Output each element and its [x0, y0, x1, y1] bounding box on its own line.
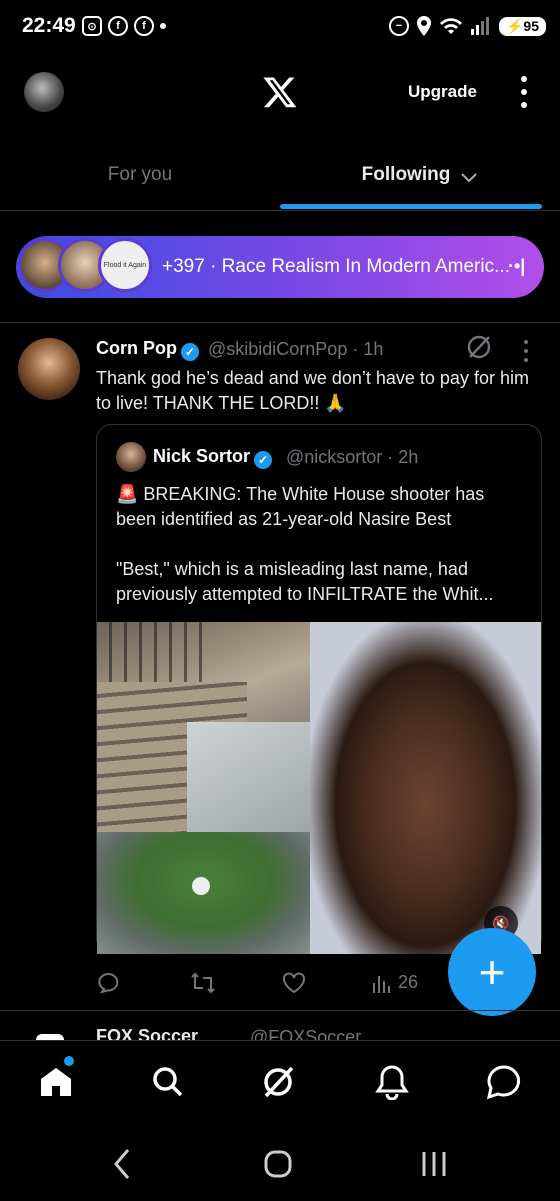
- tab-label: For you: [107, 164, 173, 185]
- quoted-author-name: Nick Sortor ✓: [153, 446, 273, 469]
- divider: [0, 210, 560, 211]
- nav-messages[interactable]: [484, 1062, 524, 1102]
- wifi-icon: [439, 18, 462, 34]
- reply-icon: [98, 972, 119, 994]
- avatar-text: Flood it Again: [103, 261, 147, 269]
- heart-icon: [283, 972, 305, 994]
- compose-plus-icon: +: [478, 946, 506, 998]
- divider: [0, 322, 560, 323]
- like-button[interactable]: [282, 972, 312, 994]
- notification-dot-icon: [160, 23, 166, 29]
- divider: [0, 1010, 560, 1011]
- more-options-icon[interactable]: [520, 76, 528, 108]
- tweet-more-icon[interactable]: [524, 340, 530, 362]
- tab-for-you[interactable]: For you: [0, 150, 280, 210]
- quoted-text-line: 🚨 BREAKING: The White House shooter has …: [116, 484, 485, 529]
- status-right: − ⚡95: [388, 16, 546, 36]
- expand-arrow-icon[interactable]: ·•|: [508, 256, 525, 277]
- battery-level: 95: [523, 17, 539, 34]
- facebook-icon: f: [134, 16, 154, 36]
- quoted-tweet-text: 🚨 BREAKING: The White House shooter has …: [116, 482, 526, 607]
- profile-avatar[interactable]: [24, 72, 64, 112]
- retweet-button[interactable]: [190, 972, 222, 994]
- status-bar: 22:49 ⊙ f f − ⚡95: [0, 0, 560, 56]
- chevron-down-icon: [461, 173, 478, 183]
- avatar: Flood it Again: [98, 238, 152, 292]
- media-image-portrait[interactable]: [310, 622, 541, 954]
- verified-badge-icon: ✓: [181, 343, 199, 361]
- home-button-icon[interactable]: [264, 1146, 292, 1182]
- community-banner-text: +397 · Race Realism In Modern Americ...: [162, 256, 510, 277]
- screenshot-icon: ⊙: [82, 16, 102, 36]
- tab-label: Following: [361, 164, 451, 185]
- back-icon[interactable]: [110, 1146, 134, 1182]
- nav-grok[interactable]: [258, 1062, 298, 1102]
- media-image-steps[interactable]: [97, 622, 310, 832]
- views-count: 26: [398, 972, 419, 992]
- home-icon: [41, 1068, 71, 1096]
- tweet-author-avatar[interactable]: [18, 338, 80, 400]
- nav-notifications[interactable]: [372, 1062, 412, 1102]
- signal-icon: [470, 17, 489, 35]
- upgrade-button[interactable]: Upgrade: [408, 82, 477, 102]
- grok-icon: [264, 1066, 294, 1098]
- verified-badge-icon: ✓: [254, 451, 273, 469]
- views-icon: [373, 975, 390, 993]
- active-tab-indicator: [280, 204, 542, 209]
- retweet-icon: [191, 972, 215, 994]
- tweet-text: Thank god he’s dead and we don’t have to…: [96, 368, 529, 413]
- grok-icon[interactable]: [466, 334, 492, 360]
- battery-indicator: ⚡95: [498, 16, 546, 36]
- messages-icon: [486, 1065, 520, 1100]
- community-avatars: Flood it Again: [18, 238, 152, 292]
- tweet-author-handle: @skibidiCornPop · 1h: [208, 339, 384, 359]
- location-icon: [416, 16, 431, 36]
- notifications-icon: [375, 1065, 409, 1100]
- quoted-author-handle: @nicksortor · 2h: [286, 447, 419, 467]
- recent-apps-icon[interactable]: [420, 1146, 448, 1182]
- home-notification-dot: [64, 1056, 74, 1066]
- facebook-icon: f: [108, 16, 128, 36]
- search-icon: [153, 1067, 183, 1097]
- nav-search[interactable]: [148, 1062, 188, 1102]
- status-time: 22:49: [22, 14, 76, 37]
- compose-button[interactable]: +: [448, 928, 536, 1016]
- tweet-author-name[interactable]: Corn Pop ✓: [96, 338, 199, 361]
- quoted-name-text: Nick Sortor: [153, 446, 251, 466]
- dnd-icon: −: [388, 16, 409, 36]
- quoted-author-avatar: [116, 442, 146, 472]
- nav-home[interactable]: [36, 1062, 76, 1102]
- tab-following[interactable]: Following: [280, 150, 560, 210]
- author-name-text: Corn Pop: [96, 338, 177, 358]
- reply-button[interactable]: [98, 972, 126, 994]
- x-logo-icon[interactable]: [262, 74, 298, 110]
- views-button[interactable]: 26: [372, 972, 418, 993]
- status-notification-icons: ⊙ f f: [82, 16, 166, 36]
- quoted-text-line: "Best," which is a misleading last name,…: [116, 559, 494, 604]
- media-image-map[interactable]: [97, 832, 310, 954]
